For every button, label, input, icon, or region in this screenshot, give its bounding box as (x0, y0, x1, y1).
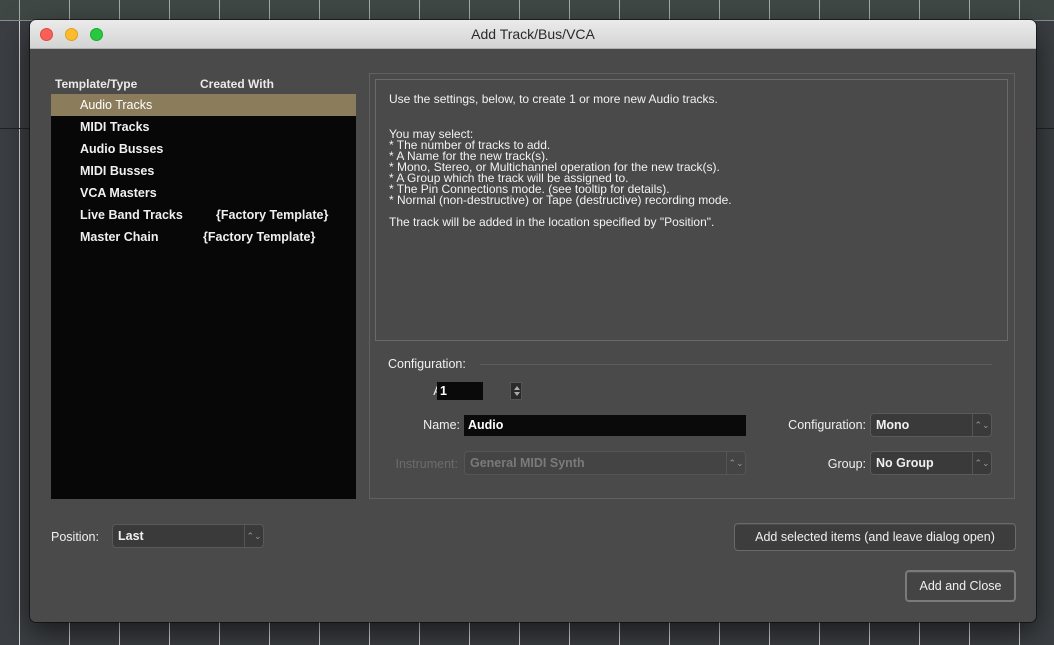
group-select[interactable]: No Group ⌃⌄ (870, 451, 992, 475)
decrement-arrow-icon[interactable] (514, 392, 520, 396)
list-item-midi-tracks[interactable]: MIDI Tracks (51, 116, 356, 138)
list-item-name: Audio Tracks (80, 98, 153, 112)
position-select[interactable]: Last ⌃⌄ (112, 524, 264, 548)
group-select-value: No Group (876, 456, 934, 470)
instrument-label: Instrument: (395, 457, 458, 471)
select-arrows-icon: ⌃⌄ (244, 525, 263, 547)
description-line: * Normal (non-destructive) or Tape (dest… (389, 193, 732, 207)
configuration-select[interactable]: Mono ⌃⌄ (870, 413, 992, 437)
add-and-close-button[interactable]: Add and Close (905, 570, 1016, 602)
list-item-vca-masters[interactable]: VCA Masters (51, 182, 356, 204)
add-selected-items-button[interactable]: Add selected items (and leave dialog ope… (734, 523, 1016, 551)
select-arrows-icon: ⌃⌄ (972, 414, 991, 436)
list-item-name: VCA Masters (80, 186, 157, 200)
dialog-titlebar[interactable]: Add Track/Bus/VCA (30, 20, 1036, 49)
list-item-name: Live Band Tracks (80, 208, 183, 222)
list-item-name: MIDI Busses (80, 164, 155, 178)
position-select-value: Last (118, 529, 144, 543)
list-item-name: Audio Busses (80, 142, 164, 156)
instrument-select[interactable]: General MIDI Synth ⌃⌄ (464, 451, 746, 475)
add-count-input[interactable]: 1 (437, 382, 483, 400)
configuration-label: Configuration: (788, 418, 866, 432)
configuration-heading: Configuration: (388, 357, 466, 371)
editor-ruler-band (0, 0, 1054, 20)
configuration-divider (480, 364, 992, 365)
instrument-select-value: General MIDI Synth (470, 456, 585, 470)
increment-arrow-icon[interactable] (514, 386, 520, 390)
position-label: Position: (51, 530, 99, 544)
list-item-name: MIDI Tracks (80, 120, 150, 134)
dialog-title: Add Track/Bus/VCA (471, 26, 595, 42)
list-item-master-chain[interactable]: Master Chain {Factory Template} (51, 226, 356, 248)
list-item-created-with: {Factory Template} (203, 230, 316, 244)
column-header-created-with[interactable]: Created With (200, 77, 274, 91)
list-item-live-band-tracks[interactable]: Live Band Tracks {Factory Template} (51, 204, 356, 226)
track-name-input[interactable]: Audio (464, 415, 746, 436)
select-arrows-icon: ⌃⌄ (972, 452, 991, 474)
description-line: The track will be added in the location … (389, 215, 715, 229)
list-item-audio-tracks[interactable]: Audio Tracks (51, 94, 356, 116)
list-item-name: Master Chain (80, 230, 159, 244)
editor-background-bottom (0, 624, 1054, 645)
column-header-template-type[interactable]: Template/Type (55, 77, 137, 91)
add-track-dialog: Add Track/Bus/VCA Template/Type Created … (30, 20, 1036, 622)
description-panel: Use the settings, below, to create 1 or … (375, 79, 1008, 341)
select-arrows-icon: ⌃⌄ (726, 452, 745, 474)
template-list[interactable]: Audio Tracks MIDI Tracks Audio Busses MI… (51, 94, 356, 499)
add-count-stepper[interactable] (510, 382, 522, 400)
configuration-select-value: Mono (876, 418, 910, 432)
track-name-label: Name: (423, 418, 460, 432)
group-label: Group: (827, 457, 866, 471)
list-item-midi-busses[interactable]: MIDI Busses (51, 160, 356, 182)
list-item-audio-busses[interactable]: Audio Busses (51, 138, 356, 160)
list-item-created-with: {Factory Template} (216, 208, 329, 222)
description-line: Use the settings, below, to create 1 or … (389, 92, 718, 106)
